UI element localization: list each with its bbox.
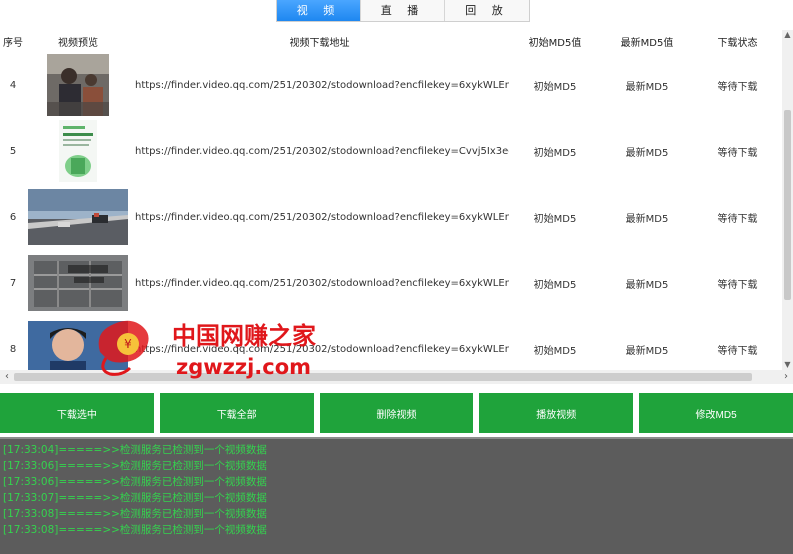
scroll-up-icon[interactable]: ▲ (782, 30, 793, 40)
action-bar: 下载选中 下载全部 删除视频 播放视频 修改MD5 (0, 393, 793, 433)
header-index[interactable]: 序号 (0, 30, 26, 52)
video-thumbnail (28, 255, 128, 311)
row-url[interactable]: https://finder.video.qq.com/251/20302/st… (130, 250, 509, 316)
vertical-scrollbar[interactable]: ▲ ▼ (782, 30, 793, 370)
row-index: 6 (9, 211, 17, 223)
log-line: [17:33:06]=====>>检测服务已检测到一个视频数据 (3, 460, 267, 472)
row-url[interactable]: https://finder.video.qq.com/251/20302/st… (130, 118, 509, 184)
tab-bar: 视 频 直 播 回 放 (276, 0, 530, 22)
download-selected-button[interactable]: 下载选中 (0, 393, 154, 433)
video-thumbnail (59, 120, 97, 182)
row-status: 等待下载 (717, 279, 758, 291)
row-status: 等待下载 (717, 345, 758, 357)
row-status: 等待下载 (717, 147, 758, 159)
video-thumbnail (28, 189, 128, 245)
table-header: 序号 视频预览 视频下载地址 初始MD5值 最新MD5值 下载状态 (0, 30, 782, 52)
row-initial-md5: 初始MD5 (533, 345, 577, 357)
row-preview[interactable] (26, 316, 130, 370)
row-status: 等待下载 (717, 213, 758, 225)
row-latest-md5: 最新MD5 (625, 345, 669, 357)
row-latest-md5: 最新MD5 (625, 213, 669, 225)
tab-video[interactable]: 视 频 (277, 0, 361, 21)
row-latest-md5: 最新MD5 (625, 81, 669, 93)
log-console[interactable]: [17:33:04]=====>>检测服务已检测到一个视频数据 [17:33:0… (0, 437, 793, 554)
video-thumbnail (47, 54, 109, 116)
row-url[interactable]: https://finder.video.qq.com/251/20302/st… (130, 184, 509, 250)
row-index: 8 (9, 343, 17, 355)
scroll-down-icon[interactable]: ▼ (782, 360, 793, 370)
horizontal-scrollbar[interactable]: ‹ › (0, 370, 793, 384)
tab-replay[interactable]: 回 放 (445, 0, 529, 21)
row-preview[interactable] (26, 250, 130, 316)
row-url[interactable]: https://finder.video.qq.com/251/20302/st… (130, 316, 509, 370)
row-status: 等待下载 (717, 81, 758, 93)
scroll-left-icon[interactable]: ‹ (0, 370, 14, 384)
scroll-right-icon[interactable]: › (779, 370, 793, 384)
row-initial-md5: 初始MD5 (533, 81, 577, 93)
table-row[interactable]: 8 https://finder.video.qq.com/251/20302/… (0, 316, 782, 370)
horizontal-scroll-thumb[interactable] (14, 373, 752, 381)
table-row[interactable]: 5 https://finder.video.qq.com/251/20302/… (0, 118, 782, 184)
download-all-button[interactable]: 下载全部 (159, 393, 314, 433)
play-video-button[interactable]: 播放视频 (479, 393, 634, 433)
table-row[interactable]: 4 https://finder.video.qq.com/251/20302/… (0, 52, 782, 118)
row-preview[interactable] (26, 184, 130, 250)
header-status[interactable]: 下载状态 (693, 30, 782, 52)
row-preview[interactable] (26, 52, 130, 118)
video-thumbnail (28, 321, 128, 370)
row-latest-md5: 最新MD5 (625, 147, 669, 159)
row-initial-md5: 初始MD5 (533, 279, 577, 291)
table-body: 4 https://finder.video.qq.com/251/20302/… (0, 52, 782, 370)
log-line: [17:33:08]=====>>检测服务已检测到一个视频数据 (3, 508, 267, 520)
row-preview[interactable] (26, 118, 130, 184)
row-initial-md5: 初始MD5 (533, 213, 577, 225)
header-url[interactable]: 视频下载地址 (130, 30, 509, 52)
modify-md5-button[interactable]: 修改MD5 (639, 393, 793, 433)
tab-live[interactable]: 直 播 (361, 0, 445, 21)
table-row[interactable]: 7 https://finder.video.qq.com/251/20302/… (0, 250, 782, 316)
log-line: [17:33:07]=====>>检测服务已检测到一个视频数据 (3, 492, 267, 504)
video-downloader-window: 视 频 直 播 回 放 序号 视频预览 视频下载地址 初始MD5值 最新MD5值… (0, 0, 793, 554)
table-row[interactable]: 6 https://finder.video.qq.com/251/20302/… (0, 184, 782, 250)
delete-video-button[interactable]: 删除视频 (319, 393, 474, 433)
header-preview[interactable]: 视频预览 (26, 30, 130, 52)
row-latest-md5: 最新MD5 (625, 279, 669, 291)
row-initial-md5: 初始MD5 (533, 147, 577, 159)
row-index: 7 (9, 277, 17, 289)
row-index: 4 (9, 79, 17, 91)
video-table: 序号 视频预览 视频下载地址 初始MD5值 最新MD5值 下载状态 4 http… (0, 30, 793, 385)
row-index: 5 (9, 145, 17, 157)
header-initial-md5[interactable]: 初始MD5值 (509, 30, 601, 52)
log-line: [17:33:06]=====>>检测服务已检测到一个视频数据 (3, 476, 267, 488)
header-latest-md5[interactable]: 最新MD5值 (601, 30, 693, 52)
vertical-scroll-thumb[interactable] (784, 110, 791, 300)
log-line: [17:33:04]=====>>检测服务已检测到一个视频数据 (3, 444, 267, 456)
row-url[interactable]: https://finder.video.qq.com/251/20302/st… (130, 52, 509, 118)
log-line: [17:33:08]=====>>检测服务已检测到一个视频数据 (3, 524, 267, 536)
